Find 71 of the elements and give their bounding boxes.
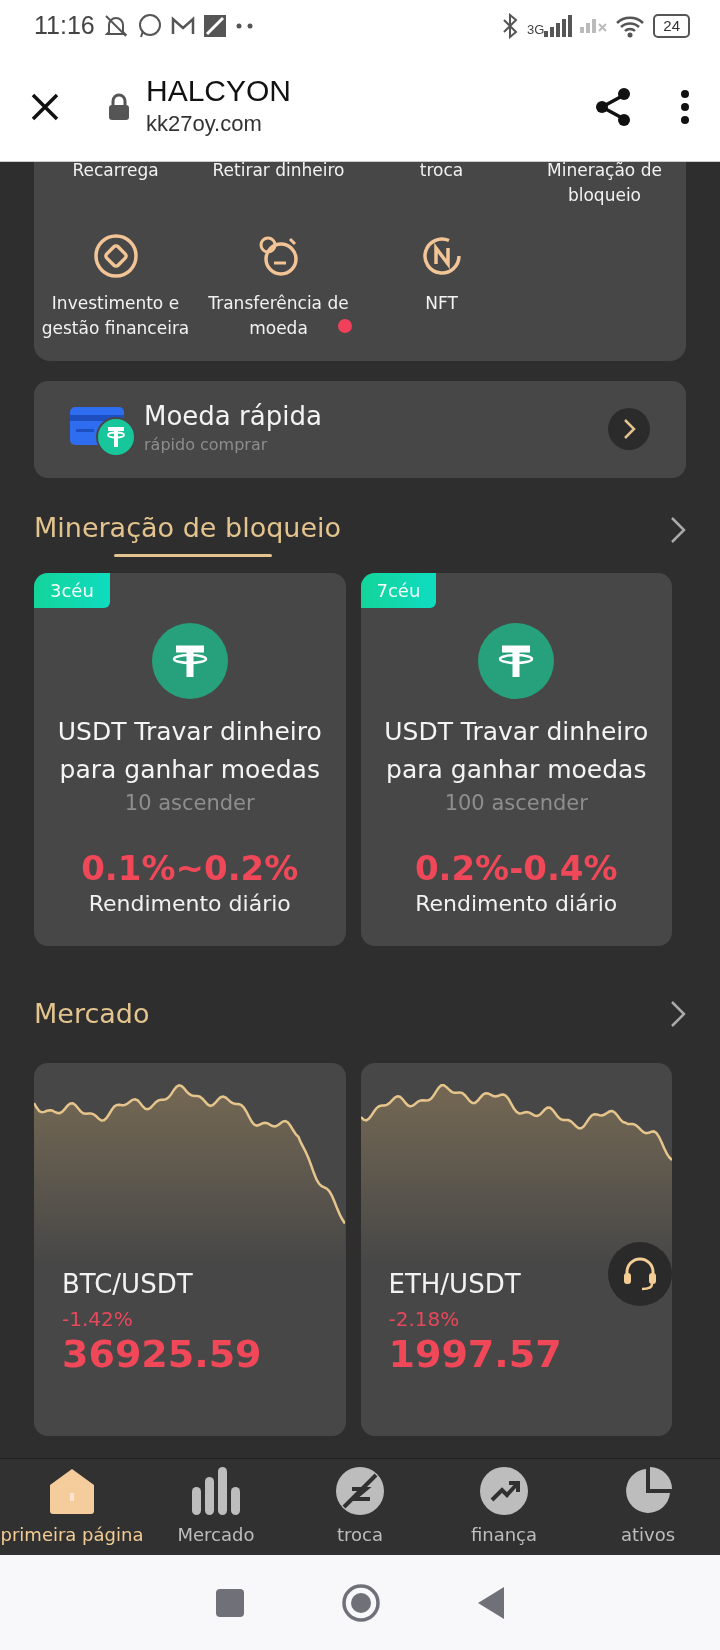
network-type-text: 3G — [526, 21, 545, 40]
trading-pair: BTC/USDT — [62, 1267, 193, 1301]
chevron-right-icon[interactable] — [670, 515, 686, 544]
mining-card[interactable]: 7céu USDT Travar dinheiro para ganhar moedas 100 ascender 0.2%-0.4% Rendimento diário — [360, 573, 672, 947]
bluetooth-icon — [500, 13, 519, 39]
market-card[interactable]: ETH/USDT -2.18% 1997.57 — [360, 1062, 672, 1436]
plan-title: USDT Travar dinheiro para ganhar moedas — [383, 716, 650, 786]
tab-button[interactable]: troca — [288, 1466, 432, 1548]
close-icon[interactable] — [30, 91, 60, 122]
quick-buy-card[interactable]: Moeda rápida rápido comprar — [34, 380, 686, 478]
app-icon — [202, 14, 227, 38]
tier-tag: 7céu — [360, 573, 437, 609]
recents-icon[interactable] — [215, 1587, 245, 1618]
tether-icon — [151, 623, 228, 700]
quick-buy-subtitle: rápido comprar — [144, 433, 269, 456]
menu-item[interactable]: Mineração de bloqueio — [525, 162, 684, 208]
tab-button[interactable]: ativos — [576, 1466, 720, 1548]
yield-label: Rendimento diário — [414, 889, 619, 918]
tab-button[interactable]: finança — [432, 1466, 576, 1548]
plan-subtitle: 100 ascender — [443, 790, 589, 818]
tab-button[interactable]: Mercado — [144, 1466, 288, 1548]
more-notifications-icon — [234, 22, 255, 30]
more-icon[interactable] — [680, 89, 690, 124]
url-text: kk27oy.com — [146, 109, 263, 138]
mail-icon — [170, 15, 195, 37]
signal-icon — [544, 15, 573, 37]
back-icon[interactable] — [477, 1585, 505, 1620]
yield-label: Rendimento diário — [87, 889, 292, 918]
lock-icon — [108, 92, 130, 121]
exchange-icon — [336, 1466, 384, 1515]
menu-item[interactable]: troca — [419, 162, 464, 183]
menu-item[interactable]: Investimento e gestão financeira — [36, 291, 195, 341]
bar-chart-icon — [192, 1466, 240, 1515]
yield-rate: 0.1%~0.2% — [80, 849, 300, 887]
tier-tag: 3céu — [34, 573, 110, 609]
plan-title: USDT Travar dinheiro para ganhar moedas — [56, 716, 323, 786]
price-change: -2.18% — [388, 1305, 460, 1333]
tab-button[interactable]: primeira página — [0, 1466, 144, 1548]
price-text: 36925.59 — [62, 1333, 262, 1376]
chevron-right-icon[interactable] — [670, 1000, 686, 1029]
quick-buy-title: Moeda rápida — [144, 401, 323, 433]
mining-card[interactable]: 3céu USDT Travar dinheiro para ganhar moedas 10 ascender 0.1%~0.2% Rendimento diário — [34, 573, 346, 947]
price-change: -1.42% — [62, 1305, 133, 1333]
page-title: HALCYON — [146, 73, 293, 107]
plan-subtitle: 10 ascender — [123, 790, 256, 818]
chevron-button[interactable] — [608, 408, 650, 451]
pie-chart-icon — [624, 1466, 672, 1515]
menu-item[interactable]: Transferência de moeda — [199, 291, 358, 341]
home-icon — [48, 1466, 96, 1515]
diamond-coin-icon — [92, 233, 139, 280]
market-card[interactable]: BTC/USDT -1.42% 36925.59 — [34, 1062, 346, 1436]
menu-item[interactable]: Recarrega — [72, 162, 159, 183]
battery-indicator: 24 — [653, 14, 690, 38]
signal-icon — [580, 19, 608, 33]
section-title: Mercado — [34, 997, 150, 1032]
clock-text: 11:16 — [34, 10, 95, 42]
chat-icon — [136, 13, 163, 39]
yield-rate: 0.2%-0.4% — [413, 849, 619, 887]
bell-off-icon — [102, 13, 129, 39]
menu-item[interactable]: NFT — [425, 291, 458, 316]
home-icon[interactable] — [341, 1582, 381, 1623]
section-title: Mineração de bloqueio — [34, 510, 342, 545]
wifi-icon — [615, 14, 646, 38]
headset-icon — [621, 1256, 659, 1292]
trading-pair: ETH/USDT — [388, 1267, 521, 1301]
tether-icon — [478, 623, 555, 700]
menu-item[interactable]: Retirar dinheiro — [212, 162, 345, 183]
trend-up-icon — [480, 1466, 528, 1515]
chevron-right-icon — [622, 418, 636, 441]
price-text: 1997.57 — [388, 1333, 562, 1376]
share-icon[interactable] — [594, 86, 632, 127]
